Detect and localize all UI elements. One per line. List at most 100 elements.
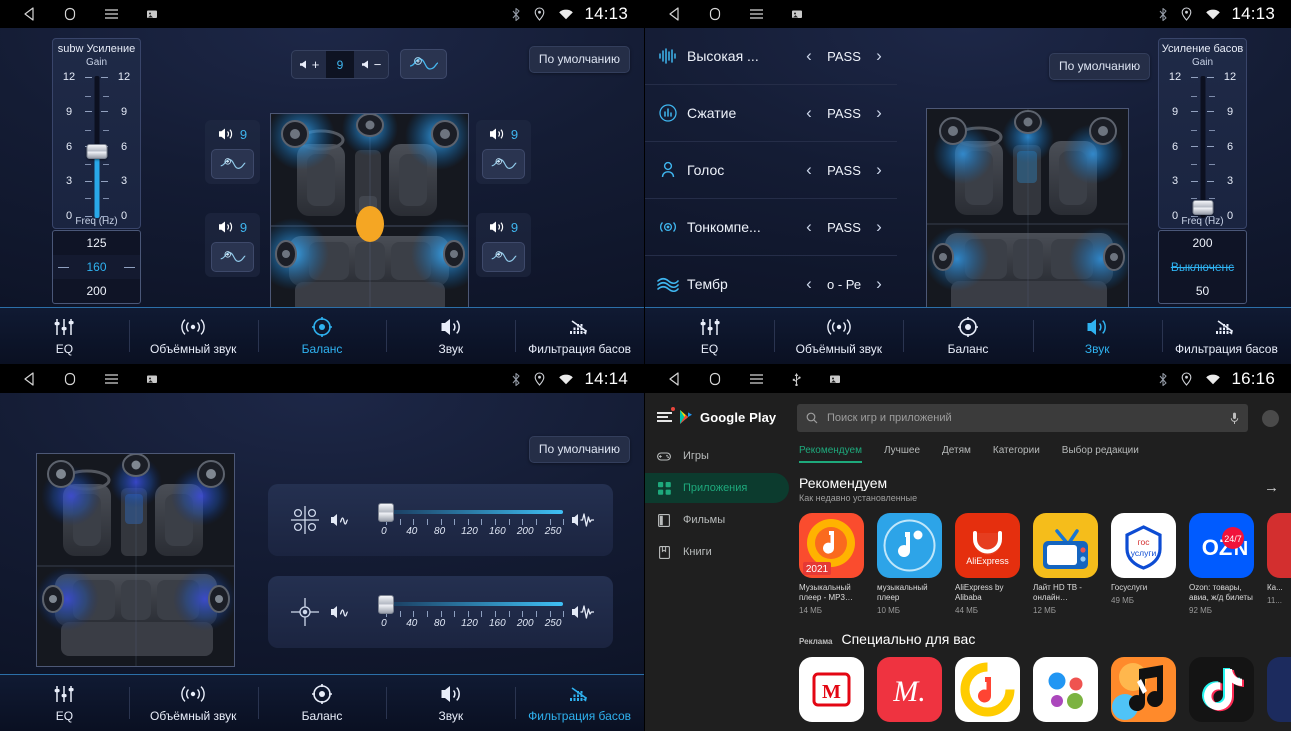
eq-row[interactable]: Сжатие ‹ PASS › bbox=[645, 85, 897, 142]
avatar[interactable] bbox=[1262, 409, 1279, 427]
sidebar-item-apps[interactable]: Приложения bbox=[645, 473, 789, 503]
gain-knob[interactable] bbox=[86, 143, 107, 159]
hamburger-icon[interactable] bbox=[657, 407, 675, 424]
app-card[interactable]: М. bbox=[877, 657, 942, 723]
eq-row[interactable]: Тембр ‹ о - Резкий спа › bbox=[645, 256, 897, 313]
gain-slider[interactable]: 12 12 99 66 33 00 bbox=[1159, 71, 1246, 222]
master-volume-stepper[interactable]: + 9 − bbox=[291, 50, 389, 79]
freq-selector[interactable]: 125 160 200 bbox=[52, 230, 141, 304]
freq-current[interactable]: 160 bbox=[53, 255, 140, 279]
nav-item-surround[interactable]: Объёмный звук bbox=[774, 308, 903, 364]
eq-next-arrow[interactable]: › bbox=[869, 217, 889, 237]
home-icon[interactable] bbox=[63, 7, 77, 21]
eq-next-arrow[interactable]: › bbox=[869, 274, 889, 294]
bass-filter-slider-2[interactable]: 0 40 80 120 160 200 250 bbox=[364, 589, 564, 635]
app-card[interactable]: OZ N 24/7 Ozon: товары, авиа, ж/д билеты 9… bbox=[1189, 513, 1254, 615]
app-card[interactable]: гос услуги Госуслуги 49 МБ bbox=[1111, 513, 1176, 615]
screenshot-icon[interactable] bbox=[829, 373, 841, 385]
menu-icon[interactable] bbox=[104, 7, 119, 21]
sidebar-item-games[interactable]: Игры bbox=[645, 441, 789, 471]
eq-prev-arrow[interactable]: ‹ bbox=[799, 217, 819, 237]
tab-recommended[interactable]: Рекомендуем bbox=[799, 445, 862, 463]
search-input[interactable]: Поиск игр и приложений bbox=[797, 404, 1248, 432]
gain-slider[interactable]: 12 12 99 66 33 00 bbox=[53, 71, 140, 222]
freq-prev[interactable]: 200 bbox=[1159, 231, 1246, 255]
menu-icon[interactable] bbox=[749, 7, 764, 21]
tab-categories[interactable]: Категории bbox=[993, 445, 1040, 463]
freq-selector[interactable]: 200 Выключенс 50 bbox=[1158, 230, 1247, 304]
nav-item-sound[interactable]: Звук bbox=[386, 675, 515, 731]
eq-next-arrow[interactable]: › bbox=[869, 160, 889, 180]
freq-current[interactable]: Выключенс bbox=[1159, 255, 1246, 279]
nav-item-sound[interactable]: Звук bbox=[386, 308, 515, 364]
app-card[interactable] bbox=[1111, 657, 1176, 723]
app-card[interactable]: музыкальный плеер 10 МБ bbox=[877, 513, 942, 615]
nav-item-bass-filter[interactable]: Фильтрация басов bbox=[515, 675, 644, 731]
slider-knob[interactable] bbox=[378, 503, 394, 522]
speaker-wave-button[interactable] bbox=[482, 242, 525, 272]
speaker-wave-button[interactable] bbox=[211, 149, 254, 179]
freq-next[interactable]: 200 bbox=[53, 279, 140, 303]
default-button[interactable]: По умолчанию bbox=[528, 46, 630, 73]
eq-prev-arrow[interactable]: ‹ bbox=[799, 46, 819, 66]
nav-item-sound[interactable]: Звук bbox=[1032, 308, 1162, 364]
play-brand[interactable]: Google Play bbox=[645, 401, 797, 439]
app-card[interactable]: Лайт HD ТВ - онлайн бесплатно 12 МБ bbox=[1033, 513, 1098, 615]
eq-row[interactable]: Высокая ... ‹ PASS › bbox=[645, 28, 897, 85]
home-icon[interactable] bbox=[708, 372, 722, 386]
speaker-wave-button[interactable] bbox=[211, 242, 254, 272]
nav-item-surround[interactable]: Объёмный звук bbox=[128, 675, 258, 731]
app-card[interactable]: М bbox=[799, 657, 864, 723]
back-icon[interactable] bbox=[667, 7, 681, 21]
nav-item-eq[interactable]: EQ bbox=[0, 308, 129, 364]
volume-up-button[interactable]: + bbox=[292, 51, 326, 78]
eq-row[interactable]: Тонкомпе... ‹ PASS › bbox=[645, 199, 897, 256]
eq-row[interactable]: Голос ‹ PASS › bbox=[645, 142, 897, 199]
gain-knob[interactable] bbox=[1192, 199, 1213, 215]
car-balance-view[interactable] bbox=[270, 113, 469, 327]
app-card[interactable]: AliExpress AliExpress by Alibaba 44 МБ bbox=[955, 513, 1020, 615]
section-more-arrow[interactable]: → bbox=[1264, 475, 1279, 496]
eq-next-arrow[interactable]: › bbox=[869, 103, 889, 123]
screenshot-icon[interactable] bbox=[146, 8, 158, 20]
app-card[interactable] bbox=[955, 657, 1020, 723]
menu-icon[interactable] bbox=[104, 372, 119, 386]
bass-filter-slider-1[interactable]: 0 40 80 120 160 200 250 bbox=[364, 497, 564, 543]
back-icon[interactable] bbox=[667, 372, 681, 386]
home-icon[interactable] bbox=[63, 372, 77, 386]
screenshot-icon[interactable] bbox=[146, 373, 158, 385]
nav-item-eq[interactable]: EQ bbox=[0, 675, 129, 731]
screenshot-icon[interactable] bbox=[791, 8, 803, 20]
speaker-wave-button[interactable] bbox=[482, 149, 525, 179]
app-card[interactable] bbox=[1033, 657, 1098, 723]
nav-item-balance[interactable]: Баланс bbox=[257, 308, 387, 364]
back-icon[interactable] bbox=[22, 7, 36, 21]
eq-prev-arrow[interactable]: ‹ bbox=[799, 274, 819, 294]
app-card[interactable] bbox=[1189, 657, 1254, 723]
volume-down-button[interactable]: − bbox=[354, 51, 388, 78]
nav-item-balance[interactable]: Баланс bbox=[903, 308, 1032, 364]
default-button[interactable]: По умолчанию bbox=[528, 436, 630, 463]
tab-editors-choice[interactable]: Выбор редакции bbox=[1062, 445, 1139, 463]
app-card[interactable]: 2021 Музыкальный плеер - MP3 плеер , Пле… bbox=[799, 513, 864, 615]
eq-prev-arrow[interactable]: ‹ bbox=[799, 103, 819, 123]
sidebar-item-movies[interactable]: Фильмы bbox=[645, 505, 789, 535]
tab-top[interactable]: Лучшее bbox=[884, 445, 920, 463]
eq-prev-arrow[interactable]: ‹ bbox=[799, 160, 819, 180]
nav-item-surround[interactable]: Объёмный звук bbox=[128, 308, 258, 364]
slider-knob[interactable] bbox=[378, 595, 394, 614]
back-icon[interactable] bbox=[22, 372, 36, 386]
freq-next[interactable]: 50 bbox=[1159, 279, 1246, 303]
menu-icon[interactable] bbox=[749, 372, 764, 386]
master-wave-button[interactable] bbox=[400, 49, 447, 79]
eq-next-arrow[interactable]: › bbox=[869, 46, 889, 66]
nav-item-bass-filter[interactable]: Фильтрация басов bbox=[1161, 308, 1291, 364]
nav-item-balance[interactable]: Баланс bbox=[257, 675, 387, 731]
sidebar-item-books[interactable]: Книги bbox=[645, 537, 789, 567]
home-icon[interactable] bbox=[708, 7, 722, 21]
nav-item-bass-filter[interactable]: Фильтрация басов bbox=[515, 308, 644, 364]
microphone-icon[interactable] bbox=[1230, 412, 1239, 425]
freq-prev[interactable]: 125 bbox=[53, 231, 140, 255]
tab-kids[interactable]: Детям bbox=[942, 445, 971, 463]
default-button[interactable]: По умолчанию bbox=[1049, 53, 1151, 80]
